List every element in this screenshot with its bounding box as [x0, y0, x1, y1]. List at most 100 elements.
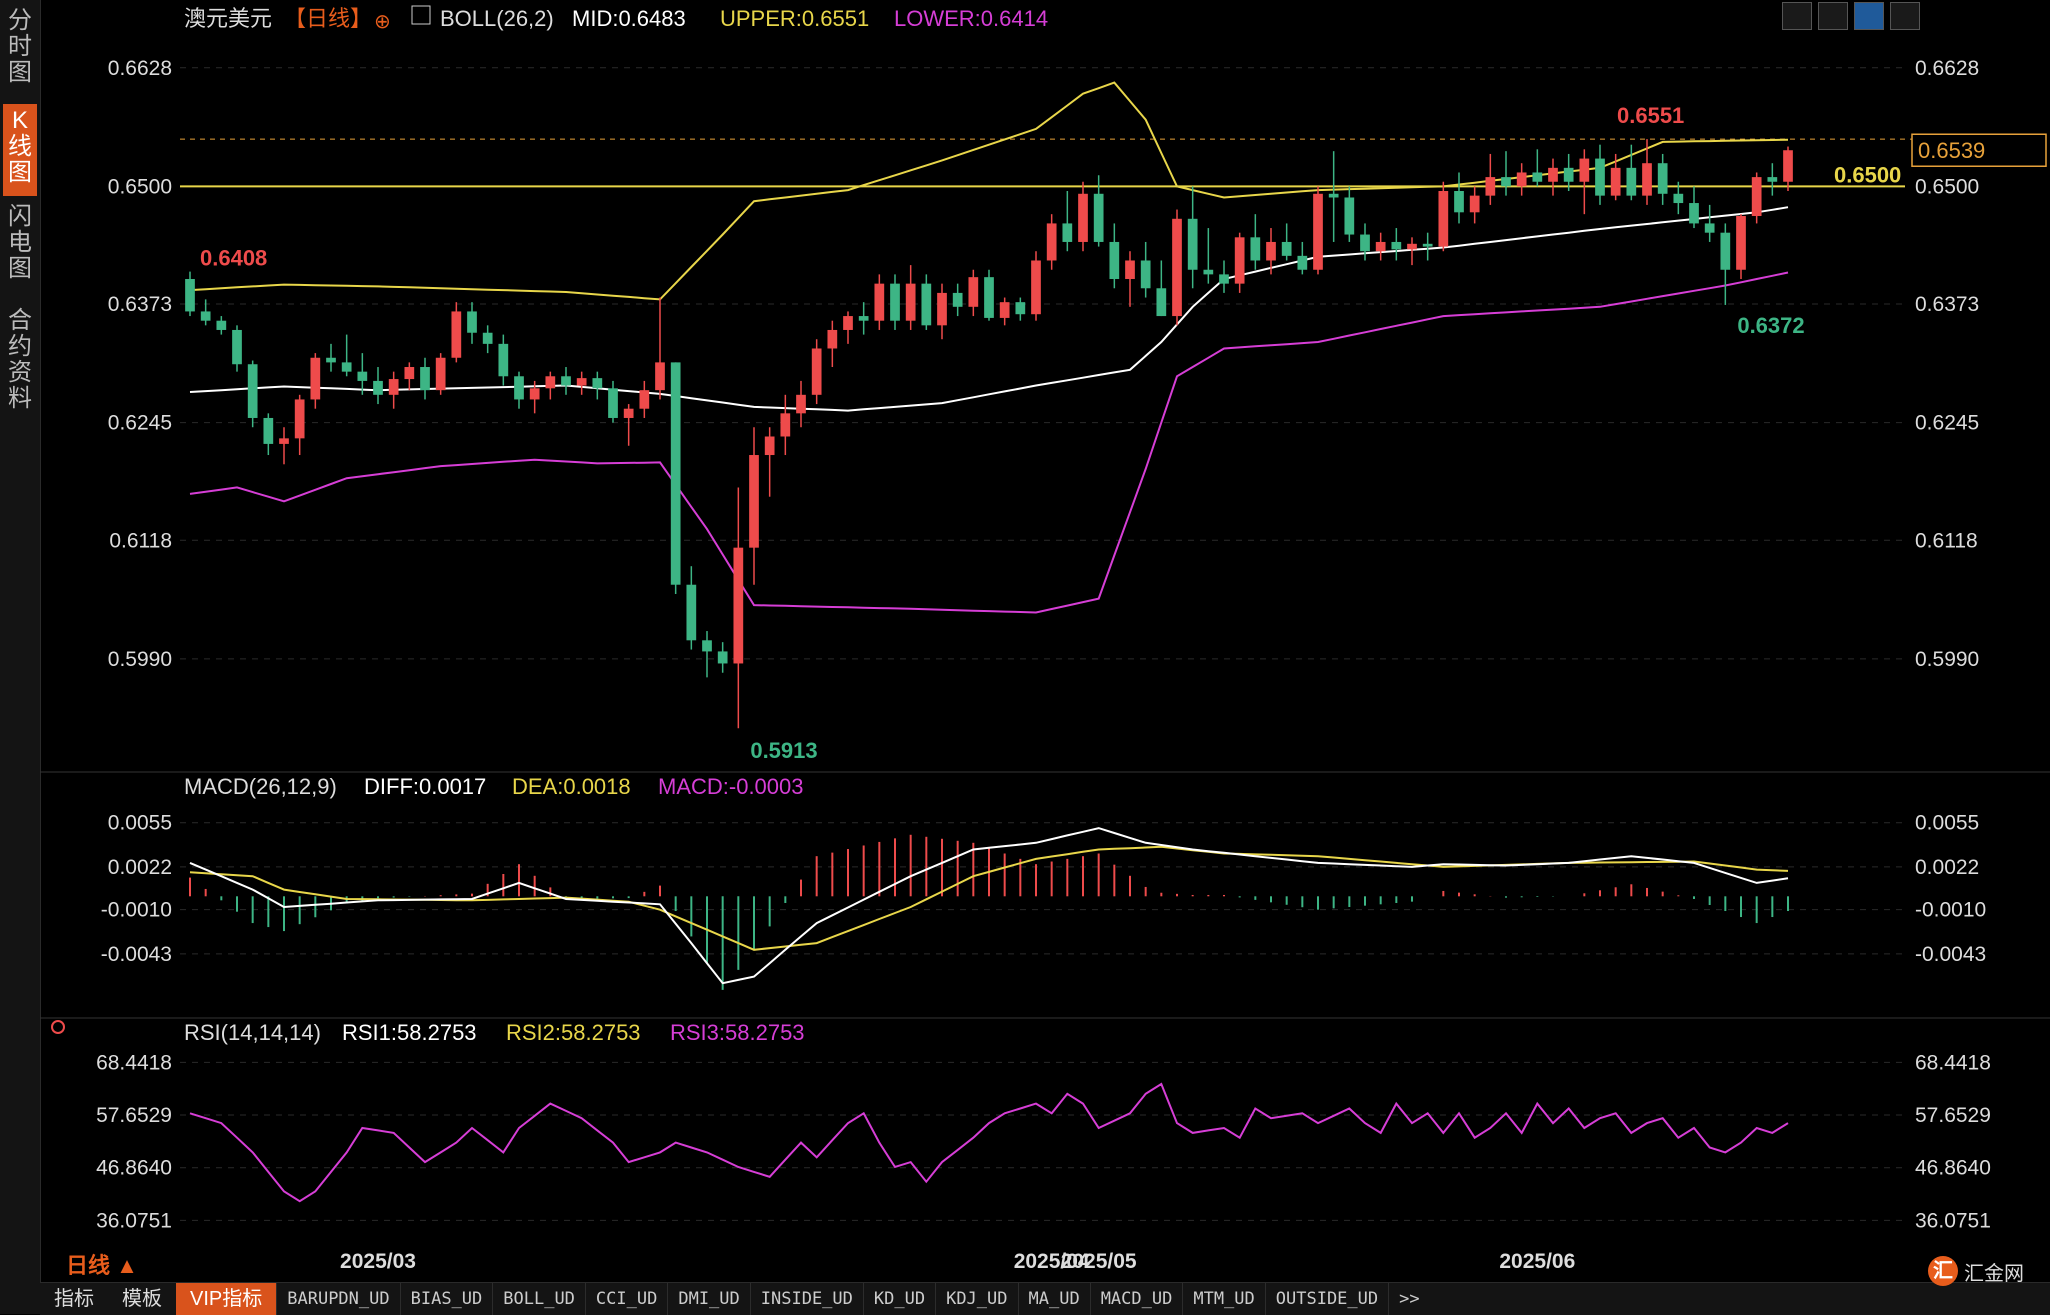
- candle-body: [639, 390, 650, 409]
- tab-kdj[interactable]: KDJ_UD: [935, 1283, 1017, 1315]
- candle: [232, 325, 242, 372]
- tab-templates[interactable]: 模板: [108, 1283, 176, 1315]
- rsi-line: [189, 1082, 1789, 1203]
- line-icon[interactable]: [1854, 2, 1884, 30]
- macd-label: MACD(26,12,9): [184, 774, 337, 799]
- indicator-icon[interactable]: [411, 5, 431, 25]
- candle: [1595, 144, 1605, 205]
- candle-body: [1140, 260, 1151, 289]
- candle-body: [1626, 167, 1637, 196]
- candle-body: [1062, 223, 1073, 242]
- candle: [451, 302, 462, 363]
- candle-body: [1203, 269, 1214, 275]
- tab-macd[interactable]: MACD_UD: [1089, 1283, 1183, 1315]
- tab-indicators[interactable]: 指标: [40, 1283, 108, 1315]
- candle: [576, 371, 587, 395]
- candle: [1720, 223, 1731, 305]
- candle: [780, 394, 791, 456]
- period-tag: 【日线】: [284, 6, 372, 31]
- add-icon[interactable]: ⊕: [374, 11, 391, 33]
- candle: [999, 297, 1010, 326]
- candle: [435, 353, 446, 395]
- rsi-tick-left: 46.8640: [96, 1157, 172, 1180]
- candle: [1156, 260, 1167, 317]
- candle: [952, 283, 963, 317]
- candle: [623, 404, 634, 446]
- macd-tick-right: 0.0055: [1915, 812, 1979, 835]
- candle-body: [279, 438, 289, 444]
- tab-boll[interactable]: BOLL_UD: [492, 1283, 585, 1315]
- candle: [216, 316, 227, 335]
- tab-inside[interactable]: INSIDE_UD: [749, 1283, 863, 1315]
- candle-body: [373, 380, 383, 395]
- price-tick-left: 0.5990: [108, 648, 172, 671]
- candle-body: [921, 283, 932, 326]
- macd-diff-value: DIFF:0.0017: [364, 774, 486, 799]
- price-tick-right: 0.6628: [1915, 57, 1979, 80]
- candle-body: [326, 357, 336, 363]
- candle-body: [576, 378, 587, 386]
- tab-kd[interactable]: KD_UD: [862, 1283, 935, 1315]
- price-tick-left: 0.6373: [108, 293, 172, 316]
- date-tick: 2025/03: [340, 1250, 416, 1273]
- rsi-header: RSI(14,14,14) RSI1:58.2753 RSI2:58.2753 …: [51, 1020, 805, 1045]
- rsi-tick-left: 68.4418: [96, 1051, 172, 1074]
- candle: [1360, 223, 1370, 261]
- crosshair-icon[interactable]: [1782, 2, 1812, 30]
- boll-lower-line: [189, 271, 1789, 614]
- candle: [702, 631, 712, 678]
- candle: [1328, 151, 1339, 242]
- candle-body: [623, 408, 634, 418]
- candle-body: [1673, 193, 1684, 204]
- settings-icon[interactable]: [51, 1020, 65, 1034]
- candle-body: [294, 399, 305, 439]
- candle: [341, 334, 352, 377]
- grid-icon[interactable]: [1818, 2, 1848, 30]
- tab-ma[interactable]: MA_UD: [1017, 1283, 1090, 1315]
- macd-tick-right: -0.0010: [1915, 899, 1986, 922]
- rsi-tick-left: 36.0751: [96, 1209, 172, 1232]
- tab-bias[interactable]: BIAS_UD: [399, 1283, 493, 1315]
- chart-canvas[interactable]: 0.6628 0.6628 0.6500 0.6500 0.6373 0.6373 0.62…: [0, 0, 2050, 1282]
- candle: [937, 283, 947, 340]
- tab-barupdn[interactable]: BARUPDN_UD: [276, 1283, 399, 1315]
- tab-mtm[interactable]: MTM_UD: [1182, 1283, 1264, 1315]
- tab-vip-indicators[interactable]: VIP指标: [176, 1283, 277, 1315]
- rsi-tick-right: 46.8640: [1915, 1157, 1991, 1180]
- price-tick-right: 0.5990: [1915, 648, 1979, 671]
- period-button[interactable]: 日线 ▲: [66, 1248, 138, 1280]
- candle: [185, 271, 195, 317]
- candle-body: [874, 283, 885, 321]
- candle: [1172, 209, 1182, 326]
- tab-dmi[interactable]: DMI_UD: [667, 1283, 749, 1315]
- candle-body: [1313, 193, 1323, 270]
- high-price-label: 0.6551: [1617, 103, 1684, 128]
- candle: [874, 274, 885, 330]
- candle: [247, 360, 258, 428]
- candle-body: [388, 379, 399, 395]
- candle-body: [1360, 234, 1370, 252]
- candle: [467, 302, 477, 344]
- candle-body: [843, 316, 853, 330]
- macd-dea-value: DEA:0.0018: [512, 774, 631, 799]
- price-tick-right: 0.6373: [1915, 293, 1979, 316]
- tab-cci[interactable]: CCI_UD: [584, 1283, 667, 1315]
- candle: [1140, 241, 1151, 298]
- candle: [1548, 158, 1558, 196]
- candle: [984, 269, 994, 321]
- candle-body: [1344, 197, 1355, 235]
- date-tick: 2025/06: [1499, 1250, 1575, 1273]
- rsi3-value: RSI3:58.2753: [670, 1020, 805, 1045]
- tab-more[interactable]: >>: [1388, 1283, 1429, 1315]
- candle: [1516, 163, 1527, 196]
- next-icon[interactable]: [1890, 2, 1920, 30]
- boll-mid-value: MID:0.6483: [572, 6, 686, 31]
- candle-body: [185, 279, 195, 312]
- candle: [1031, 251, 1041, 321]
- candle: [1454, 172, 1464, 224]
- candle: [1062, 191, 1073, 252]
- candle: [858, 302, 869, 335]
- macd-tick-left: 0.0055: [108, 812, 172, 835]
- rsi-tick-right: 68.4418: [1915, 1051, 1991, 1074]
- tab-outside[interactable]: OUTSIDE_UD: [1264, 1283, 1388, 1315]
